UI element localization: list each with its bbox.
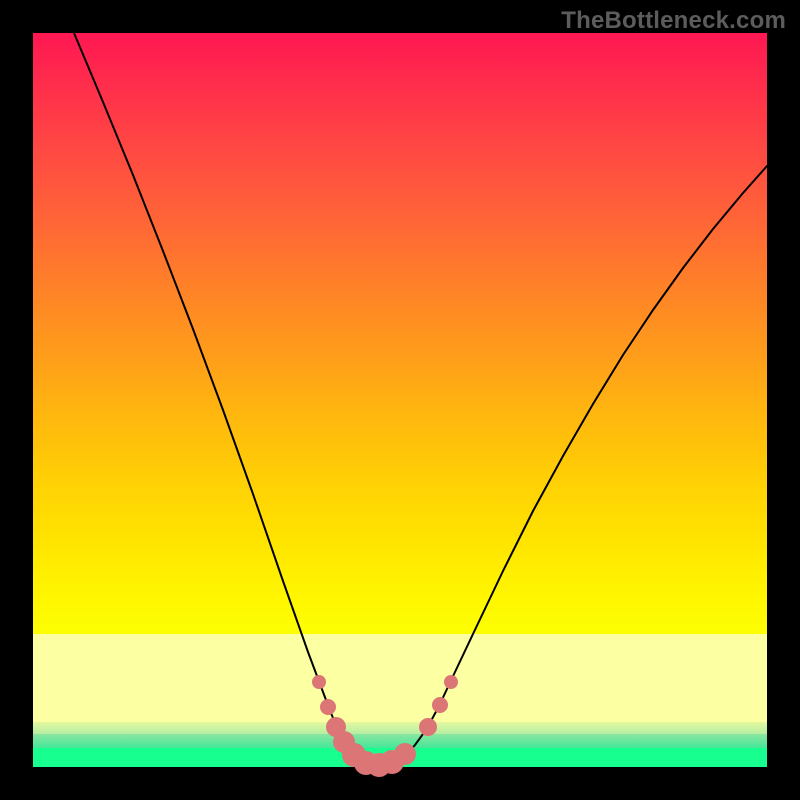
bead-marker [394,743,416,765]
bead-marker [320,699,336,715]
chart-frame: TheBottleneck.com [0,0,800,800]
bottleneck-curve [74,33,767,765]
curve-layer [33,33,767,767]
bead-group [312,675,458,777]
watermark-text: TheBottleneck.com [561,7,786,35]
bead-marker [419,718,437,736]
bead-marker [444,675,458,689]
bead-marker [432,697,448,713]
bead-marker [312,675,326,689]
